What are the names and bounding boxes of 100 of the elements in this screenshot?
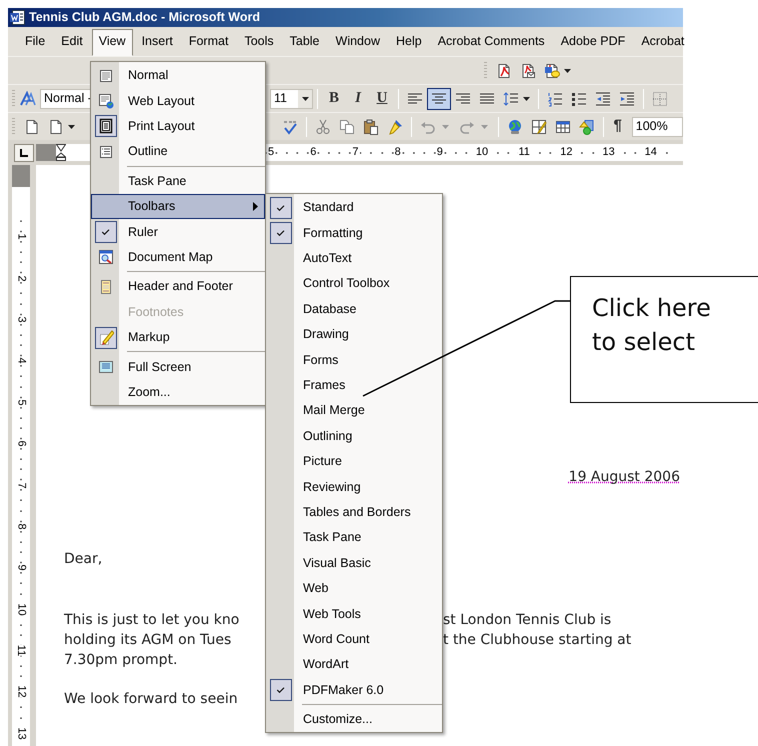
table-pencil-icon[interactable] <box>530 118 546 134</box>
menu-item[interactable]: Format <box>182 29 236 54</box>
menu-item[interactable]: Insert <box>134 29 180 54</box>
font-size-value: 11 <box>274 90 288 108</box>
ruler-number: 14 <box>644 146 658 158</box>
italic-button[interactable]: I <box>346 88 370 110</box>
menu-item[interactable]: Document Map <box>91 244 265 270</box>
menu-item[interactable]: Normal <box>91 63 265 88</box>
menu-item[interactable]: Print Layout <box>91 114 265 140</box>
menu-item[interactable]: Outlining <box>303 426 352 446</box>
spelling-check-icon[interactable] <box>282 118 298 134</box>
ruler-number: 5 <box>267 146 276 158</box>
numbered-list-icon[interactable] <box>547 90 563 106</box>
align-center-button[interactable] <box>427 88 451 110</box>
paste-icon[interactable] <box>362 118 378 134</box>
format-painter-icon[interactable] <box>386 118 402 134</box>
new-document-icon[interactable] <box>48 118 64 134</box>
justify-icon <box>479 90 495 106</box>
ruler-number: 6 <box>309 146 318 158</box>
menu-item[interactable]: Picture <box>303 452 342 471</box>
menu-item[interactable]: Acrobat Comments <box>430 29 552 54</box>
decrease-indent-icon[interactable] <box>595 90 611 106</box>
header-footer-icon <box>98 278 114 295</box>
new-document-icon[interactable] <box>24 118 40 134</box>
menu-item[interactable]: Frames <box>303 376 346 395</box>
menu-item[interactable]: Edit <box>54 29 90 54</box>
normal-view-icon <box>98 68 114 84</box>
cut-icon[interactable] <box>314 118 330 134</box>
ruler-number: 11 <box>518 146 531 158</box>
line-spacing-icon[interactable] <box>503 90 519 106</box>
caret-icon[interactable] <box>523 96 530 100</box>
tab-stop-icon <box>20 148 28 156</box>
menu-item[interactable]: Visual Basic <box>303 554 371 573</box>
pdf-mail-icon[interactable] <box>520 62 536 78</box>
menu-item[interactable]: PDFMaker 6.0 <box>303 680 384 700</box>
menu-item[interactable]: Adobe PDF <box>554 29 632 54</box>
body-text: This is just to let you kno <box>64 612 240 628</box>
increase-indent-icon[interactable] <box>619 90 635 106</box>
bold-button[interactable]: B <box>322 88 346 110</box>
menu-item[interactable]: Help <box>388 29 429 54</box>
menu-item[interactable]: File <box>18 29 52 54</box>
menu-item[interactable]: Standard <box>303 198 354 218</box>
ruler-number: 11 <box>16 644 26 656</box>
menu-item[interactable]: View <box>92 29 133 56</box>
bulleted-list-icon[interactable] <box>571 90 587 106</box>
menu-item[interactable]: Ruler <box>91 219 265 245</box>
font-size-field[interactable]: 11 <box>270 88 313 108</box>
zoom-field[interactable]: 100% <box>632 116 683 136</box>
menu-item[interactable]: Acrobat <box>634 29 692 54</box>
ruler-number: 8 <box>394 146 402 158</box>
document-map-icon <box>98 249 114 266</box>
menu-item[interactable]: WordArt <box>303 655 349 674</box>
shapes-icon[interactable] <box>578 118 594 134</box>
border-icon[interactable] <box>652 90 668 106</box>
menu-item[interactable]: Task Pane <box>303 528 362 548</box>
menu-item[interactable]: Tools <box>237 29 281 54</box>
indent-marker-icon[interactable] <box>56 144 66 161</box>
ruler-margin <box>12 165 30 187</box>
menu-item[interactable]: Full Screen <box>91 354 265 380</box>
menu-item[interactable]: Tables and Borders <box>303 503 411 522</box>
menu-item[interactable]: Mail Merge <box>303 401 365 420</box>
menu-item[interactable]: Web <box>303 579 328 598</box>
paragraph-mark-button[interactable]: ¶ <box>608 116 628 138</box>
menu-item[interactable]: Header and Footer <box>91 274 265 300</box>
body-text: st London Tennis Club is <box>443 611 612 630</box>
caret-icon[interactable] <box>564 68 571 72</box>
menu-item[interactable]: Database <box>303 300 357 319</box>
align-center-icon <box>431 90 447 106</box>
submenu-arrow-icon <box>253 202 258 212</box>
menu-item[interactable]: Task Pane <box>91 168 265 194</box>
menu-item[interactable]: Reviewing <box>303 478 361 496</box>
menu-item[interactable]: Control Toolbox <box>303 274 390 294</box>
pdf-icon[interactable] <box>496 62 512 78</box>
greeting-text: Dear, <box>64 551 102 567</box>
ruler-number: 5 <box>16 399 26 406</box>
styles-icon[interactable] <box>20 90 36 106</box>
menu-item[interactable]: Formatting <box>303 224 363 242</box>
align-right-icon <box>455 90 471 106</box>
underline-button[interactable]: U <box>370 88 394 110</box>
menu-item[interactable]: Table <box>282 29 327 54</box>
menu-item[interactable]: Web Tools <box>303 604 361 624</box>
body-text: 7.30pm prompt. <box>64 652 178 668</box>
menu-item[interactable]: Markup <box>91 324 265 350</box>
table-icon[interactable] <box>554 118 570 134</box>
menu-item[interactable]: AutoText <box>303 249 352 268</box>
menu-item[interactable]: Toolbars <box>91 194 265 220</box>
pdf-review-icon[interactable] <box>544 62 560 78</box>
caret-icon[interactable] <box>68 124 74 128</box>
window-title: Tennis Club AGM.doc - Microsoft Word <box>29 9 260 26</box>
menu-item[interactable]: Window <box>328 29 387 54</box>
menu-item[interactable]: Word Count <box>303 630 370 649</box>
menu-item[interactable]: Drawing <box>303 325 349 344</box>
globe-icon[interactable] <box>506 118 522 134</box>
menu-item[interactable]: Zoom... <box>91 380 265 406</box>
menu-item[interactable]: Outline <box>91 139 265 165</box>
menu-item[interactable]: Customize... <box>303 710 372 729</box>
tab-selector[interactable] <box>14 144 34 162</box>
caret-icon[interactable] <box>302 96 308 100</box>
menu-item[interactable]: Forms <box>303 350 338 370</box>
copy-icon[interactable] <box>338 118 354 134</box>
